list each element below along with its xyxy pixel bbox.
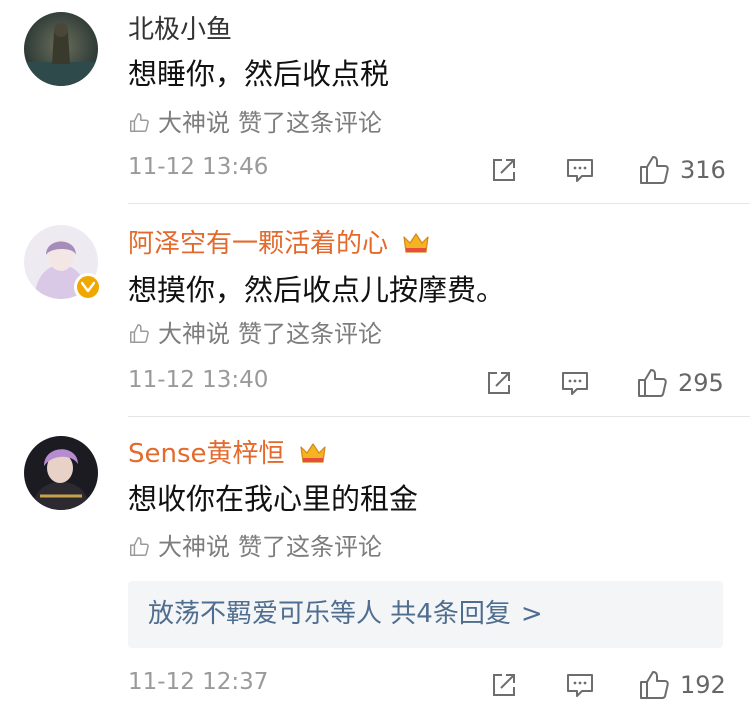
avatar-image (24, 12, 98, 86)
comment-icon (567, 159, 593, 182)
username[interactable]: 北极小鱼 (128, 13, 232, 47)
share-icon (493, 674, 515, 696)
liked-by-author: 大神说 赞了这条评论 (128, 108, 382, 138)
comment-text: 想睡你，然后收点税 (128, 57, 390, 91)
liked-by-suffix: 赞了这条评论 (238, 533, 382, 561)
reply-button[interactable] (565, 150, 595, 190)
liked-by-author: 大神说 赞了这条评论 (128, 532, 382, 562)
username-text: 北极小鱼 (128, 15, 233, 45)
avatar-image (24, 436, 98, 510)
username-text: 阿泽空有一颗活着的心 (128, 229, 389, 259)
like-count: 295 (678, 369, 724, 397)
timestamp: 11-12 13:40 (128, 367, 269, 393)
replies-preview[interactable]: 放荡不羁爱可乐等人 共4条回复 > (128, 581, 723, 648)
comment-meta: 11-12 13:46 316 (128, 150, 726, 190)
comment-meta: 11-12 12:37 192 (128, 665, 726, 705)
thumbs-up-icon (130, 324, 149, 343)
crown-icon (403, 232, 429, 253)
chevron-right-icon: > (520, 599, 543, 629)
thumbs-up-icon (640, 671, 669, 699)
share-button[interactable] (490, 150, 518, 190)
username[interactable]: Sense黄梓恒 (128, 437, 327, 471)
comment-item: Sense黄梓恒 想收你在我心里的租金 大神说 赞了这条评论 放荡不羁爱可乐等人 … (0, 418, 750, 708)
replies-users: 放荡不羁爱可乐等人 (148, 599, 383, 629)
comment-meta: 11-12 13:40 295 (128, 363, 724, 403)
avatar[interactable] (24, 225, 102, 301)
username-text: Sense黄梓恒 (128, 439, 285, 469)
reply-button[interactable] (560, 363, 590, 403)
comment-item: 阿泽空有一颗活着的心 想摸你，然后收点儿按摩费。 大神说 赞了这条评论 11-12… (0, 205, 750, 418)
thumbs-up-icon (130, 113, 149, 132)
divider (128, 203, 750, 204)
liked-by-suffix: 赞了这条评论 (238, 320, 382, 348)
username[interactable]: 阿泽空有一颗活着的心 (128, 227, 430, 261)
like-count: 316 (680, 156, 726, 184)
verified-badge-icon (74, 273, 102, 301)
liked-by-name: 大神说 (158, 109, 230, 137)
comment-icon (567, 674, 593, 697)
like-button[interactable]: 295 (636, 363, 724, 403)
divider (128, 416, 750, 417)
thumbs-up-icon (638, 369, 667, 397)
crown-icon (300, 442, 326, 463)
liked-by-name: 大神说 (158, 320, 230, 348)
timestamp: 11-12 12:37 (128, 669, 269, 695)
thumbs-up-icon (640, 156, 669, 184)
comment-text: 想收你在我心里的租金 (128, 482, 419, 516)
share-button[interactable] (485, 363, 513, 403)
comment-item: 北极小鱼 想睡你，然后收点税 大神说 赞了这条评论 11-12 13:46 316 (0, 0, 750, 205)
like-button[interactable]: 316 (638, 150, 726, 190)
liked-by-author: 大神说 赞了这条评论 (128, 319, 382, 349)
liked-by-suffix: 赞了这条评论 (238, 109, 382, 137)
replies-count: 共4条回复 (390, 599, 511, 629)
share-button[interactable] (490, 665, 518, 705)
thumbs-up-icon (130, 537, 149, 556)
like-count: 192 (680, 671, 726, 699)
comment-icon (562, 372, 588, 395)
liked-by-name: 大神说 (158, 533, 230, 561)
comment-text: 想摸你，然后收点儿按摩费。 (128, 273, 506, 307)
timestamp: 11-12 13:46 (128, 154, 269, 180)
avatar[interactable] (24, 12, 98, 86)
like-button[interactable]: 192 (638, 665, 726, 705)
avatar[interactable] (24, 436, 98, 510)
reply-button[interactable] (565, 665, 595, 705)
share-icon (493, 159, 515, 181)
share-icon (488, 372, 510, 394)
